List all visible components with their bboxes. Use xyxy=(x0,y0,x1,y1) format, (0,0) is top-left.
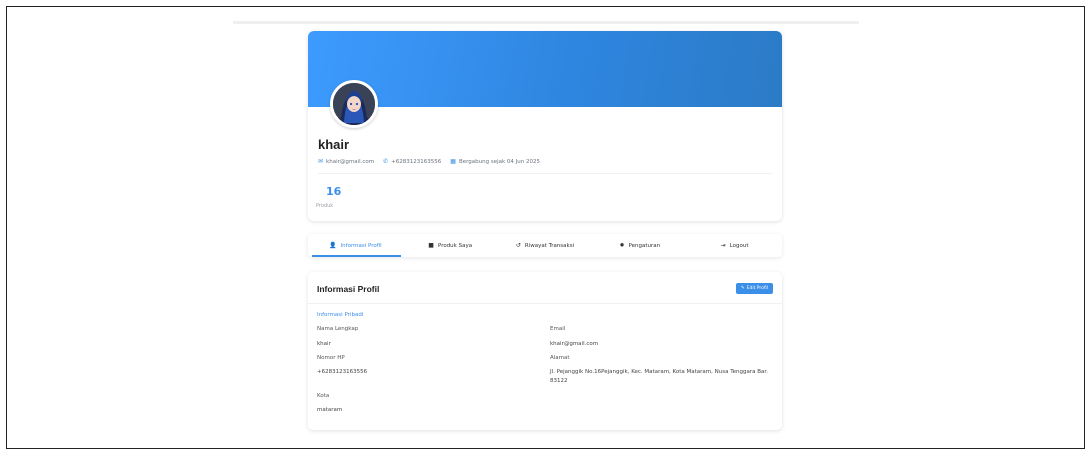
phone-icon: ✆ xyxy=(383,158,389,165)
tab-label: Pengaturan xyxy=(628,242,661,249)
calendar-icon: ▦ xyxy=(450,158,456,165)
info-card-title: Informasi Profil xyxy=(317,284,380,294)
profile-card: khair ✉ khair@gmail.com ✆ +6283123163556… xyxy=(308,31,782,221)
tab-produk-saya[interactable]: ■ Produk Saya xyxy=(403,234,498,257)
edit-profile-label: Edit Profil xyxy=(746,286,768,291)
profile-email-text: khair@gmail.com xyxy=(326,158,375,165)
user-icon: 👤 xyxy=(329,242,337,249)
city-label: Kota xyxy=(317,393,330,399)
profile-joined-text: Bergabung sejak 04 Jun 2025 xyxy=(458,158,541,165)
profile-divider xyxy=(318,173,772,174)
profile-meta: ✉ khair@gmail.com ✆ +6283123163556 ▦ Ber… xyxy=(318,158,540,165)
envelope-icon: ✉ xyxy=(318,158,324,165)
tab-informasi-profil[interactable]: 👤 Informasi Profil xyxy=(308,234,403,257)
profile-username: khair xyxy=(318,137,350,152)
phone-value: +6283123163556 xyxy=(317,369,368,375)
tab-logout[interactable]: ⇥ Logout xyxy=(687,234,782,257)
gear-icon: ✹ xyxy=(619,242,625,249)
profile-joined: ▦ Bergabung sejak 04 Jun 2025 xyxy=(450,158,540,165)
profile-phone: ✆ +6283123163556 xyxy=(383,158,441,165)
profile-tabs: 👤 Informasi Profil ■ Produk Saya ↺ Riway… xyxy=(308,234,782,257)
tab-pengaturan[interactable]: ✹ Pengaturan xyxy=(592,234,687,257)
tab-label: Produk Saya xyxy=(437,242,473,249)
product-count-label: Produk xyxy=(316,203,334,209)
product-count: 16 xyxy=(326,185,342,198)
full-name-value: khair xyxy=(317,341,331,347)
email-label: Email xyxy=(550,326,566,332)
profile-info-card: Informasi Profil ✎ Edit Profil Informasi… xyxy=(308,272,782,430)
profile-email: ✉ khair@gmail.com xyxy=(318,158,374,165)
tab-riwayat-transaksi[interactable]: ↺ Riwayat Transaksi xyxy=(498,234,593,257)
tab-label: Informasi Profil xyxy=(340,242,382,249)
logout-icon: ⇥ xyxy=(720,242,726,249)
box-icon: ■ xyxy=(428,242,434,249)
address-label: Alamat xyxy=(550,355,570,361)
avatar[interactable] xyxy=(330,80,378,128)
profile-banner xyxy=(308,31,782,107)
edit-icon: ✎ xyxy=(740,286,745,291)
tab-label: Riwayat Transaksi xyxy=(524,242,575,249)
top-divider xyxy=(233,21,859,24)
section-title: Informasi Pribadi xyxy=(317,312,364,318)
tab-label: Logout xyxy=(729,242,749,249)
phone-label: Nomor HP xyxy=(317,355,345,361)
email-value: khair@gmail.com xyxy=(550,341,599,347)
full-name-label: Nama Lengkap xyxy=(317,326,359,332)
city-value: mataram xyxy=(317,407,343,413)
info-card-divider xyxy=(308,303,782,304)
address-value: Jl. Pejanggik No.16Pejanggik, Kec. Matar… xyxy=(550,369,768,384)
profile-phone-text: +6283123163556 xyxy=(391,158,442,165)
avatar-illustration xyxy=(333,83,375,125)
edit-profile-button[interactable]: ✎ Edit Profil xyxy=(735,283,773,294)
history-icon: ↺ xyxy=(515,242,521,249)
